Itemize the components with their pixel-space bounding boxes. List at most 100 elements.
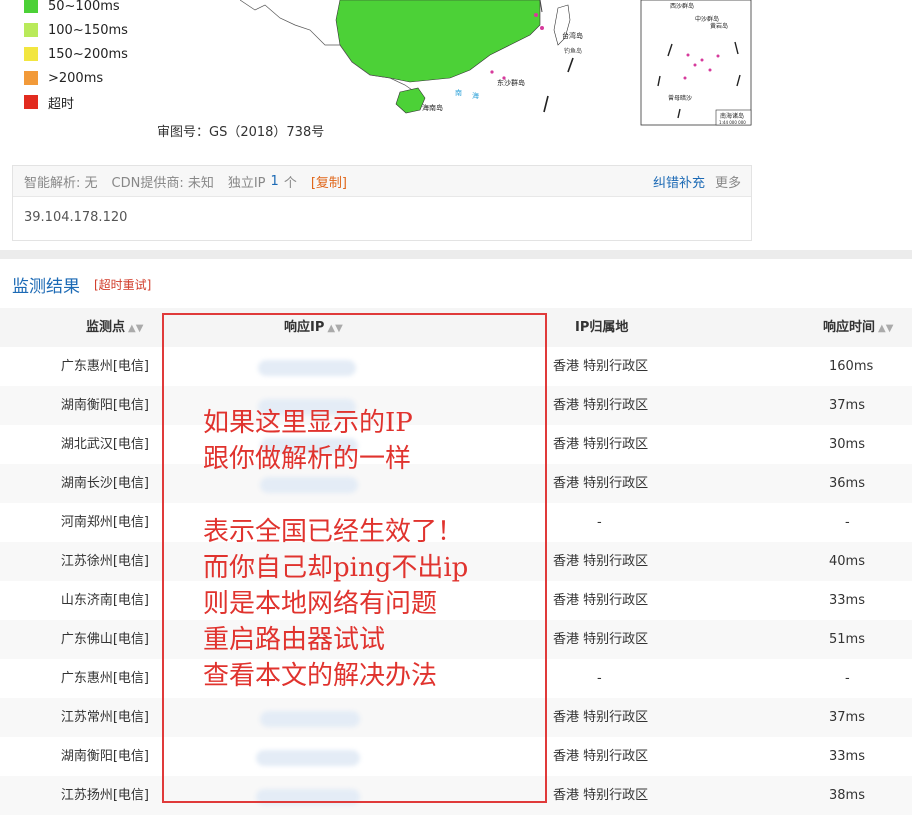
map-approval-number: 审图号：GS（2018）738号: [157, 125, 325, 140]
response-time: 33ms: [829, 749, 865, 764]
map-region-south: [335, 0, 541, 83]
monitor-point: 江苏徐州[电信]: [60, 554, 149, 569]
legend-swatch: [24, 47, 38, 61]
inset-label-zhongsha: 中沙群岛: [695, 15, 719, 23]
response-time: 37ms: [829, 710, 865, 725]
monitor-point: 湖南衡阳[电信]: [60, 749, 149, 764]
more-link[interactable]: 更多: [715, 172, 741, 191]
column-header-point[interactable]: 监测点 ▲▼: [86, 308, 143, 347]
ip-location: 香港 特别行政区: [553, 359, 649, 374]
monitor-point: 河南郑州[电信]: [60, 515, 149, 530]
inset-scale: 1:44 000 000: [719, 120, 746, 125]
legend-item: 100~150ms: [24, 18, 164, 42]
map-dash: [543, 95, 549, 113]
inset-label-zengmu: 曾母暗沙: [668, 94, 692, 102]
inset-label-xisha: 西沙群岛: [670, 2, 694, 10]
map-label-hainan: 海南岛: [422, 103, 443, 112]
monitor-point: 江苏扬州[电信]: [60, 788, 149, 803]
legend-item: >200ms: [24, 66, 164, 90]
inset-island-dot: [708, 68, 712, 72]
legend-swatch: [24, 0, 38, 13]
response-time: 51ms: [829, 632, 865, 647]
copy-button[interactable]: [复制]: [311, 172, 347, 191]
map-hainan-island: [395, 87, 426, 114]
ip-location: 香港 特别行政区: [553, 398, 649, 413]
inset-label-huangyan: 黄岩岛: [710, 22, 728, 30]
correct-link[interactable]: 纠错补充: [653, 172, 705, 191]
inset-island-dot: [683, 76, 687, 80]
timeout-retry-button[interactable]: [超时重试]: [94, 276, 151, 293]
ip-location: 香港 特别行政区: [553, 710, 649, 725]
sort-icon: ▲▼: [878, 323, 894, 334]
map-label-diaoyu: 钓鱼岛: [564, 47, 582, 55]
ip-count-prefix: 独立IP: [227, 175, 266, 191]
map-label-nan: 南: [455, 88, 462, 97]
legend-label: 150~200ms: [48, 46, 128, 62]
inset-island-dot: [686, 53, 690, 57]
ip-location: 香港 特别行政区: [553, 749, 649, 764]
monitor-point: 山东济南[电信]: [60, 593, 149, 608]
response-time: 36ms: [829, 476, 865, 491]
dns-info-header: 智能解析: 无 CDN提供商: 未知 独立IP 1 个 [复制] 纠错补充 更多: [13, 166, 751, 197]
results-title: 监测结果: [12, 277, 80, 297]
map-label-taiwan: 台湾岛: [562, 31, 583, 40]
china-map: 台湾岛 钓鱼岛 海南岛 东沙群岛 南 海 西沙群岛 中沙群岛 黄岩岛 曾母暗沙 …: [240, 0, 752, 126]
legend-swatch: [24, 71, 38, 85]
inset-island-dot: [716, 54, 720, 58]
column-header-label: 响应时间: [823, 320, 876, 335]
map-island-dot: [540, 26, 544, 30]
legend-swatch: [24, 23, 38, 37]
ip-location: 香港 特别行政区: [553, 437, 649, 452]
column-header-time[interactable]: 响应时间 ▲▼: [823, 308, 893, 347]
legend-item: 150~200ms: [24, 42, 164, 66]
column-header-label: 监测点: [86, 320, 126, 335]
map-island-dot: [490, 70, 494, 74]
resolved-ip: 39.104.178.120: [24, 210, 128, 225]
response-time: 160ms: [829, 359, 874, 374]
map-label-dongsha: 东沙群岛: [497, 78, 525, 87]
response-time: -: [845, 515, 850, 530]
section-divider: [0, 250, 912, 259]
ip-location: -: [597, 515, 602, 530]
legend-label: 超时: [48, 96, 75, 112]
inset-caption: 南海诸岛: [720, 112, 744, 120]
inset-island-dot: [693, 63, 697, 67]
legend-label: 50~100ms: [48, 0, 120, 14]
response-time: 37ms: [829, 398, 865, 413]
response-time: -: [845, 671, 850, 686]
ip-location: 香港 特别行政区: [553, 788, 649, 803]
monitor-point: 湖南长沙[电信]: [60, 476, 149, 491]
ip-count-unit: 个: [283, 175, 297, 191]
monitor-point: 广东惠州[电信]: [60, 671, 149, 686]
annotation-note: 如果这里显示的IP 跟你做解析的一样 表示全国已经生效了！ 而你自己却ping不…: [203, 408, 469, 692]
legend-label: 100~150ms: [48, 22, 128, 38]
legend-swatch: [24, 95, 38, 109]
response-time: 38ms: [829, 788, 865, 803]
header-actions: 纠错补充 更多: [653, 172, 751, 191]
ip-location: 香港 特别行政区: [553, 554, 649, 569]
response-time: 30ms: [829, 437, 865, 452]
response-time: 40ms: [829, 554, 865, 569]
column-header-label: IP归属地: [575, 320, 629, 335]
map-dash: [567, 57, 574, 73]
ip-count-value: 1: [270, 173, 279, 189]
smart-resolve-label: 智能解析: 无: [24, 175, 98, 191]
ip-location: -: [597, 671, 602, 686]
dns-info-panel: 智能解析: 无 CDN提供商: 未知 独立IP 1 个 [复制] 纠错补充 更多…: [12, 165, 752, 241]
map-label-hai: 海: [472, 91, 479, 100]
response-time: 33ms: [829, 593, 865, 608]
legend-item: 50~100ms: [24, 0, 164, 18]
ip-location: 香港 特别行政区: [553, 476, 649, 491]
ip-location: 香港 特别行政区: [553, 593, 649, 608]
ip-location: 香港 特别行政区: [553, 632, 649, 647]
monitor-point: 广东佛山[电信]: [60, 632, 149, 647]
map-region-border: [240, 0, 340, 46]
monitor-point: 湖南衡阳[电信]: [60, 398, 149, 413]
map-island-dot: [534, 13, 538, 17]
monitor-point: 湖北武汉[电信]: [60, 437, 149, 452]
cdn-provider-label: CDN提供商: 未知: [111, 175, 214, 191]
inset-island-dot: [700, 58, 704, 62]
legend-label: >200ms: [48, 70, 104, 86]
latency-legend: 50~100ms 100~150ms 150~200ms >200ms 超时: [24, 0, 164, 114]
column-header-geo: IP归属地: [575, 308, 628, 347]
